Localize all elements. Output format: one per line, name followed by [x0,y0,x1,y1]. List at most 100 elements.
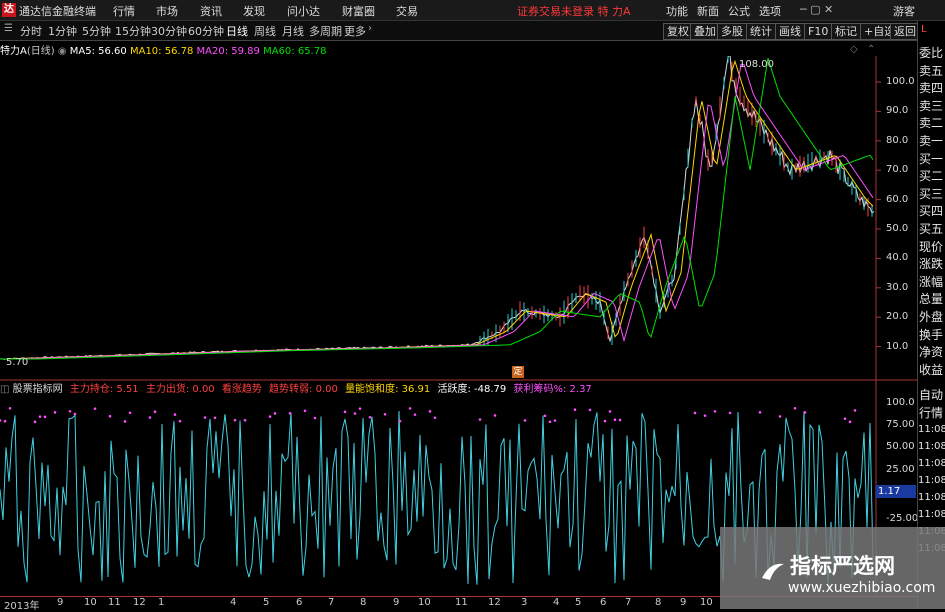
menu-icon[interactable]: ☰ [4,23,13,34]
adjust-button[interactable]: 复权 [663,23,693,40]
oscillator-marker [548,420,552,424]
price-axis-label: 20.0 [886,311,909,323]
time-axis-label: 2013年 [4,601,40,612]
oscillator-marker [493,414,497,417]
time-axis-label: 9 [680,597,687,608]
guest-label[interactable]: 游客 [893,3,915,19]
side-panel-item: 买二 [919,169,944,184]
oscillator-marker [613,418,617,421]
period-60min[interactable]: 60分钟 [188,23,224,39]
menu-functions[interactable]: 功能 [666,3,688,19]
indicator-main-hold: 主力持仓: 5.51 [69,384,139,395]
time-axis-label: 8 [360,597,367,608]
oscillator-marker [243,418,247,422]
period-weekly[interactable]: 周线 [254,23,276,39]
time-axis-label: 7 [625,597,632,608]
period-more[interactable]: 更多 [344,23,366,39]
diamond-icon[interactable]: ◇ [850,44,858,55]
side-panel-item: 卖三 [919,98,944,113]
time-axis-label: 11 [455,597,468,608]
oscillator-marker [408,407,412,410]
indicator-axis-label: 75.00 [886,419,915,430]
side-panel-item: 卖一 [919,134,944,148]
time-axis-label: 5 [575,597,582,608]
time-axis-label: 12 [488,597,501,608]
side-panel-item: 收益 [919,362,944,377]
period-monthly[interactable]: 月线 [282,23,304,39]
oscillator-marker [383,412,387,416]
price-chart[interactable] [0,56,917,596]
side-panel-item: 买一 [919,151,944,166]
collapse-icon[interactable]: ⌃ [867,44,875,55]
indicator-current-value: 1.17 [876,485,916,498]
draw-button[interactable]: 画线 [775,23,805,40]
side-panel-item: 总量 [919,292,944,307]
price-series [0,56,875,360]
menu-market[interactable]: 市场 [156,3,178,19]
oscillator-marker [8,406,12,410]
oscillator-marker [693,411,697,415]
period-daily[interactable]: 日线 [226,23,248,39]
menu-wealth[interactable]: 财富圈 [342,3,375,19]
oscillator-marker [38,415,42,418]
time-axis-label: 4 [553,597,560,608]
side-panel-item: 买三 [919,186,944,201]
oscillator-marker [573,408,577,412]
indicator-bull-trend: 看涨趋势 [221,384,262,395]
side-panel-item: 净资 [919,345,944,360]
window-controls[interactable]: ─ ▢ ✕ [800,3,833,16]
time-axis-label: 10 [700,597,713,608]
oscillator-marker [93,407,97,410]
period-tick[interactable]: 分时 [20,23,42,39]
menu-discover[interactable]: 发现 [243,3,265,19]
multi-stock-button[interactable]: 多股 [717,23,747,40]
oscillator-marker [233,418,237,422]
period-multi[interactable]: 多周期 [309,23,342,39]
indicator-axis-label: 100.0 [886,397,915,408]
menu-news[interactable]: 资讯 [200,3,222,19]
indicator-close-icon[interactable]: ◫ [0,384,9,395]
chevron-right-icon[interactable]: › [368,23,372,34]
chart-grid [0,56,917,596]
indicator-axis-label: 50.00 [886,441,915,452]
back-button[interactable]: 返回 [890,23,920,40]
menu-formula[interactable]: 公式 [728,3,750,19]
side-panel-item: 11:08 [918,458,945,469]
indicator-profit: 获利筹码%: 2.37 [513,384,592,395]
oscillator-marker [303,409,307,413]
period-5min[interactable]: 5分钟 [82,23,111,39]
oscillator-marker [128,411,132,415]
period-1min[interactable]: 1分钟 [48,23,77,39]
oscillator-marker [313,416,317,420]
oscillator-marker [343,410,347,414]
indicator-volume: 量能饱和度: 36.91 [345,384,431,395]
time-axis-label: 4 [230,597,237,608]
side-panel-item: 外盘 [919,310,944,324]
menu-layout[interactable]: 新面 [697,3,719,19]
side-panel-item: L [921,24,927,35]
oscillator-marker [178,419,182,423]
f10-button[interactable]: F10 [804,23,833,40]
period-30min[interactable]: 30分钟 [151,23,187,39]
side-panel-item: 11:08 [918,492,945,503]
side-panel-item: 卖五 [919,63,944,78]
menu-quotes[interactable]: 行情 [113,3,135,19]
menu-options[interactable]: 选项 [759,3,781,19]
overlay-button[interactable]: 叠加 [690,23,720,40]
menu-ask[interactable]: 问小达 [287,3,320,19]
period-15min[interactable]: 15分钟 [115,23,151,39]
watermark-logo-icon [762,563,784,580]
side-panel-item: 涨幅 [919,274,944,289]
event-marker[interactable]: 定 [512,366,524,378]
time-axis-label: 7 [328,597,335,608]
menu-trade[interactable]: 交易 [396,3,418,19]
mark-button[interactable]: 标记 [831,23,861,40]
side-panel-item: 买五 [919,222,944,236]
login-status[interactable]: 证券交易未登录 特 力A [517,3,631,19]
oscillator-marker [413,413,417,416]
side-panel-item: 11:08 [918,475,945,486]
stats-button[interactable]: 统计 [746,23,776,40]
price-axis-label: 100.0 [886,76,915,87]
ma-legend: 特力A(日线) ◉ MA5: 56.60 MA10: 56.78 MA20: 5… [0,42,326,57]
side-panel-item: 11:08 [918,509,945,520]
